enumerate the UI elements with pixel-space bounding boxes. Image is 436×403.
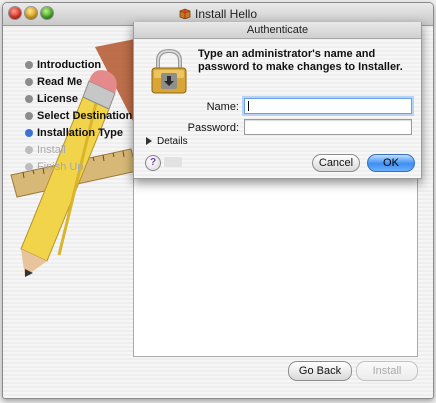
authenticate-sheet: Authenticate Type an administrator's nam… (133, 22, 422, 179)
step-installation-type: Installation Type (25, 125, 135, 142)
details-disclosure[interactable]: Details (146, 136, 188, 147)
step-bullet-icon (25, 163, 33, 171)
step-introduction: Introduction (25, 57, 135, 74)
step-label: Read Me (37, 76, 83, 88)
window-title-wrap: Install Hello (3, 7, 433, 21)
step-label: Finish Up (37, 161, 84, 173)
step-finish-up: Finish Up (25, 159, 135, 176)
step-select-destination: Select Destination (25, 108, 135, 125)
step-bullet-icon (25, 61, 33, 69)
password-input[interactable] (245, 120, 411, 134)
step-bullet-icon (25, 146, 33, 154)
step-license: License (25, 91, 135, 108)
sheet-title: Authenticate (134, 22, 421, 39)
step-bullet-icon (25, 78, 33, 86)
step-bullet-icon (25, 129, 33, 137)
step-label: Introduction (37, 59, 102, 71)
step-label: Install (37, 144, 66, 156)
help-icon[interactable]: ? (145, 155, 161, 171)
auth-prompt: Type an administrator's name and passwor… (198, 48, 403, 73)
details-label: Details (157, 136, 188, 147)
step-label: Installation Type (37, 127, 123, 139)
step-label: Select Destination (37, 110, 133, 122)
step-bullet-icon (25, 95, 33, 103)
step-label: License (37, 93, 78, 105)
name-field[interactable] (244, 98, 412, 114)
install-button[interactable]: Install (356, 361, 418, 381)
name-label: Name: (206, 101, 239, 113)
password-label: Password: (187, 122, 239, 134)
step-read-me: Read Me (25, 74, 135, 91)
text-caret (248, 101, 249, 111)
password-field[interactable] (244, 119, 412, 135)
installer-steps-list: Introduction Read Me License Select Dest… (25, 57, 135, 176)
package-icon (179, 8, 191, 19)
step-install: Install (25, 142, 135, 159)
help-tag (164, 157, 182, 167)
cancel-button[interactable]: Cancel (312, 154, 360, 172)
go-back-button[interactable]: Go Back (288, 361, 352, 381)
ok-button[interactable]: OK (367, 154, 415, 172)
window-title: Install Hello (194, 7, 258, 21)
lock-icon (151, 49, 187, 94)
step-bullet-icon (25, 112, 33, 120)
disclosure-triangle-icon[interactable] (146, 137, 152, 145)
name-input[interactable] (245, 99, 411, 113)
